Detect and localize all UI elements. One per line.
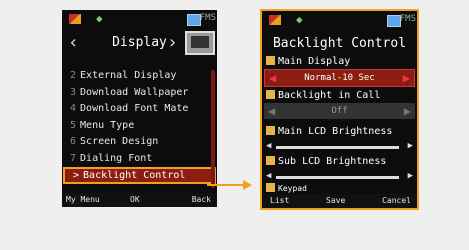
menu-item-download-wallpaper[interactable]: 3 Download Wallpaper [62,85,217,102]
menu-item-number: 2 [70,70,77,81]
main-display-selector[interactable]: ◀ Normal-10 Sec ▶ [264,69,415,87]
setting-label: Main Display [278,56,351,67]
menu-item-label: External Display [80,70,177,81]
menu-item-label: Menu Type [80,119,135,131]
display-menu-screen: ◆ FMS ‹ Display › 2 External Display 3 Dow… [62,10,217,207]
setting-label: Main LCD Brightness [278,126,393,137]
arrow-right-icon[interactable]: ▶ [404,103,411,119]
brightness-icon [266,126,275,135]
softkey-back[interactable]: Back [192,195,211,204]
call-light-icon [266,90,275,99]
arrow-right-icon[interactable]: ▶ [408,171,413,181]
sub-lcd-row: Sub LCD Brightness [262,155,417,169]
main-lcd-slider[interactable]: ◀ ▶ [266,141,413,153]
sub-lcd-brightness-setting: Sub LCD Brightness ◀ ▶ [262,155,417,185]
softkey-save[interactable]: Save [326,196,345,205]
display-menu-list: 2 External Display 3 Download Wallpaper 4D… [62,68,217,184]
menu-item-dialing-font[interactable]: 7 Dialing Font [62,151,217,168]
setting-value: Normal-10 Sec [304,73,375,83]
softkey-list[interactable]: List [270,196,289,205]
menu-item-number: 4 [70,103,77,114]
main-lcd-row: Main LCD Brightness [262,125,417,139]
screen-header: ‹ Display › [62,30,217,58]
setting-value: Off [331,106,348,116]
sun-icon [266,56,275,65]
sub-lcd-slider[interactable]: ◀ ▶ [266,171,413,183]
arrow-right-icon[interactable]: ▶ [408,141,413,151]
menu-item-external-display[interactable]: 2 External Display [62,68,217,85]
softkey-bar: My Menu OK Back [62,193,217,207]
arrow-left-icon[interactable]: ◀ [266,141,271,151]
setting-label: Backlight in Call [278,90,381,101]
slider-track[interactable] [276,176,399,179]
fms-indicator: FMS [399,14,416,24]
keypad-setting: Keypad [262,183,417,193]
softkey-bar: List Save Cancel [262,194,417,208]
menu-item-label: Screen Design [80,136,159,147]
page-title: Backlight Control [272,36,407,51]
softkey-cancel[interactable]: Cancel [382,196,411,205]
menu-item-label: Download Font Mate [80,103,189,114]
menu-item-number: 5 [70,119,77,131]
main-display-row: Main Display [262,55,417,69]
slider-track[interactable] [276,146,399,149]
menu-item-number: 6 [70,136,77,147]
backlight-call-row: Backlight in Call [262,89,417,103]
speaker-icon: ◆ [296,13,303,26]
speaker-icon: ◆ [96,12,103,25]
setting-label: Keypad [278,184,307,193]
main-display-setting: Main Display ◀ Normal-10 Sec ▶ [262,55,417,87]
fms-indicator: FMS [199,13,216,23]
arrow-right-icon[interactable]: ▶ [403,70,410,86]
setting-label: Sub LCD Brightness [278,156,387,167]
menu-item-download-font-mate[interactable]: 4 Download Font Mate [62,101,217,118]
chevron-right-icon[interactable]: › [167,32,178,53]
arrow-right-icon [243,180,252,190]
softkey-my-menu[interactable]: My Menu [66,195,100,204]
menu-item-menu-type[interactable]: 5 Menu Type [62,118,217,135]
backlight-control-screen: ◆ FMS Backlight Control Main Display ◀ N… [260,9,419,210]
main-lcd-brightness-setting: Main LCD Brightness ◀ ▶ [262,125,417,155]
backlight-call-selector[interactable]: ◀ Off ▶ [264,103,415,119]
keypad-row: Keypad [262,183,417,193]
backlight-call-setting: Backlight in Call ◀ Off ▶ [262,89,417,119]
arrow-left-icon[interactable]: ◀ [269,70,276,86]
arrow-left-icon[interactable]: ◀ [268,103,275,119]
status-bar: ◆ FMS [262,11,417,29]
menu-item-backlight-control[interactable]: > Backlight Control [63,167,216,184]
menu-item-label: Dialing Font [80,152,153,164]
scrollbar[interactable] [211,70,215,188]
softkey-ok[interactable]: OK [130,195,140,204]
menu-item-label: Backlight Control [83,170,186,181]
connector-line [207,184,245,186]
keypad-icon [266,183,275,192]
menu-item-number: 7 [70,152,77,164]
brightness-icon [266,156,275,165]
status-bar: ◆ FMS [62,10,217,28]
arrow-left-icon[interactable]: ◀ [266,171,271,181]
menu-item-number: > [73,170,80,181]
signal-icon [69,14,81,24]
menu-item-label: Download Wallpaper [80,86,189,98]
monitor-icon [185,31,215,55]
menu-item-screen-design[interactable]: 6 Screen Design [62,134,217,151]
signal-icon [269,15,281,25]
menu-item-number: 3 [70,86,77,98]
